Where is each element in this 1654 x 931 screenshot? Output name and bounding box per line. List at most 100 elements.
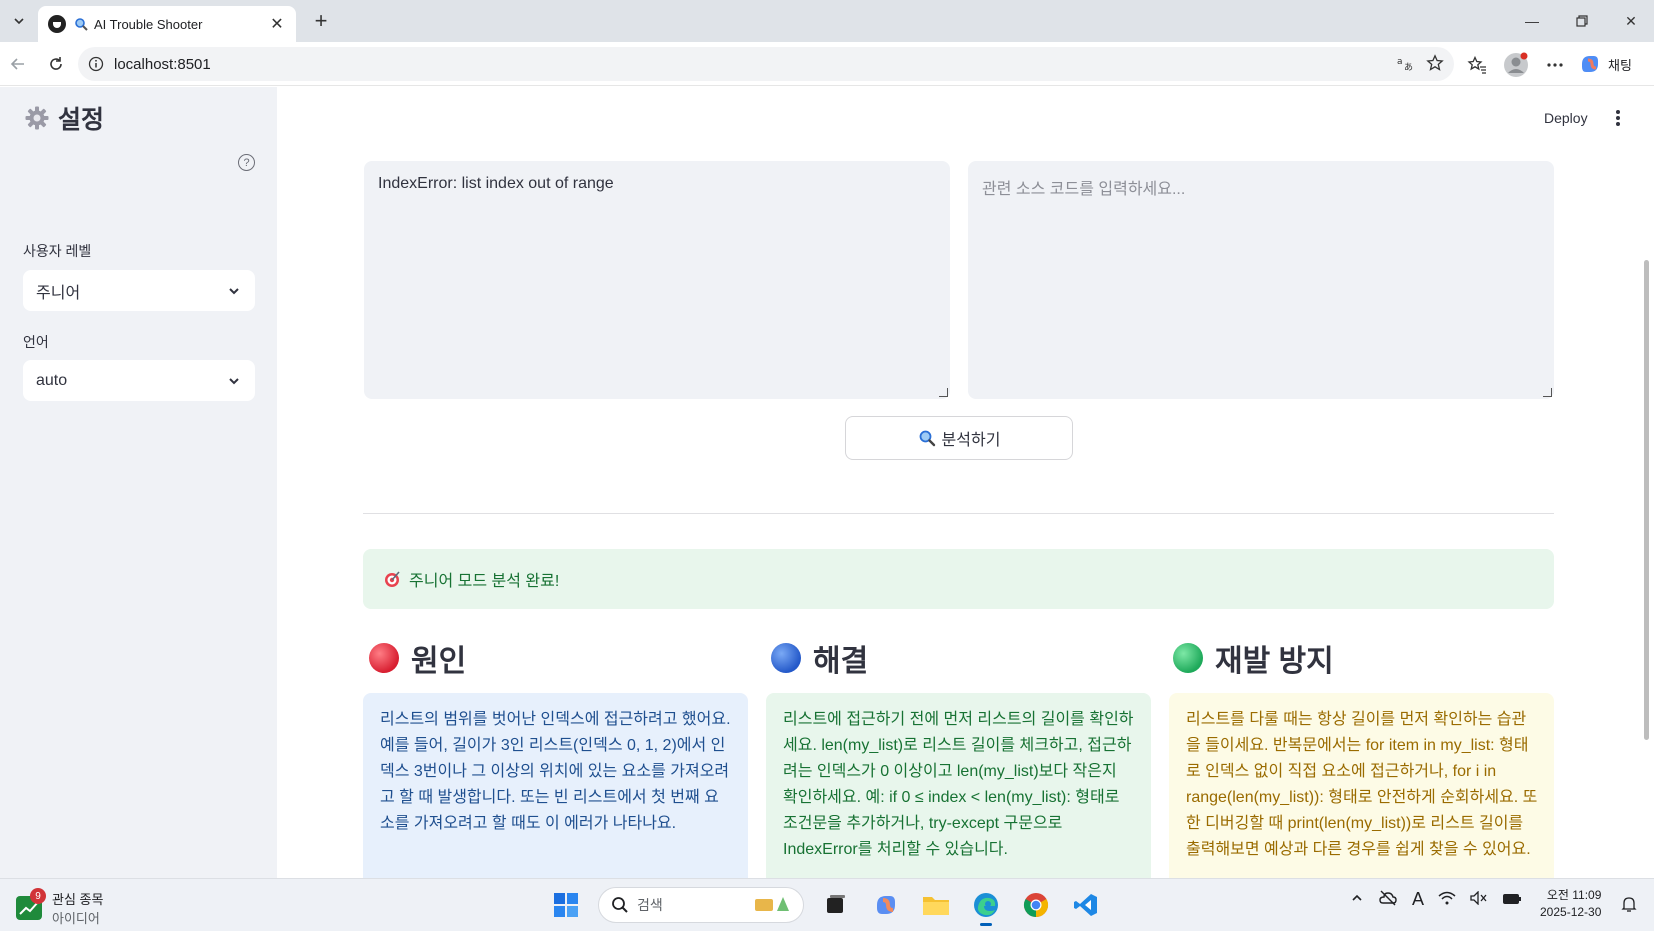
success-alert: 주니어 모드 분석 완료! — [363, 549, 1554, 609]
new-tab-plus-icon[interactable]: + — [308, 8, 334, 34]
profile-avatar-icon[interactable] — [1503, 52, 1529, 78]
back-arrow-icon[interactable] — [6, 52, 30, 76]
sidebar-title: 설정 — [24, 100, 104, 136]
sidebar — [0, 87, 277, 878]
volume-muted-icon[interactable] — [1470, 890, 1488, 908]
user-level-value: 주니어 — [36, 284, 81, 302]
site-info-icon[interactable] — [88, 56, 104, 72]
search-icon — [612, 897, 628, 913]
onedrive-off-icon[interactable] — [1378, 890, 1398, 909]
scrollbar-thumb[interactable] — [1644, 260, 1649, 740]
source-code-textarea[interactable]: 관련 소스 코드를 입력하세요... — [968, 161, 1554, 399]
vscode-icon[interactable] — [1068, 887, 1104, 923]
url-text: localhost:8501 — [114, 55, 211, 73]
solution-heading: 해결 — [771, 636, 868, 680]
chrome-browser-icon[interactable] — [1018, 887, 1054, 923]
magnifier-emoji-icon — [75, 18, 88, 31]
reload-icon[interactable] — [44, 52, 68, 76]
green-circle-icon — [1173, 643, 1203, 673]
windows-taskbar: 9 관심 종목 아이디어 검색 A 오전 11:09 2025-12-30 — [0, 878, 1654, 931]
wifi-icon[interactable] — [1438, 891, 1456, 908]
deploy-button[interactable]: Deploy — [1544, 110, 1588, 126]
stock-title: 관심 종목 — [52, 892, 104, 907]
favorites-list-icon[interactable] — [1464, 52, 1490, 78]
edge-browser-icon[interactable] — [968, 887, 1004, 926]
analyze-button-label: 분석하기 — [941, 432, 1001, 449]
browser-tab-bar: AI Trouble Shooter ✕ + — ✕ — [0, 0, 1654, 42]
help-question-icon[interactable]: ? — [238, 154, 255, 171]
browser-address-bar: localhost:8501 aあ 채팅 — [0, 42, 1654, 86]
blue-circle-icon — [771, 643, 801, 673]
taskbar-apps: 검색 — [548, 887, 1104, 926]
minimize-icon[interactable]: — — [1518, 10, 1546, 32]
window-close-icon[interactable]: ✕ — [1617, 10, 1645, 32]
more-menu-icon[interactable] — [1542, 52, 1568, 78]
language-label: 언어 — [23, 334, 49, 350]
tab-close-icon[interactable]: ✕ — [268, 14, 286, 34]
prevention-heading: 재발 방지 — [1173, 636, 1334, 680]
task-view-icon[interactable] — [818, 887, 854, 923]
stock-chart-icon: 9 — [16, 888, 46, 920]
svg-text:あ: あ — [1404, 62, 1413, 72]
sidebar-title-text: 설정 — [58, 106, 105, 134]
taskbar-clock[interactable]: 오전 11:09 2025-12-30 — [1540, 887, 1601, 921]
solution-text: 리스트에 접근하기 전에 먼저 리스트의 길이를 확인하세요. len(my_l… — [783, 711, 1134, 858]
taskbar-search-box[interactable]: 검색 — [598, 887, 804, 923]
solution-heading-text: 해결 — [813, 645, 869, 678]
tab-title: AI Trouble Shooter — [94, 16, 203, 32]
section-divider — [363, 513, 1554, 514]
red-circle-icon — [369, 643, 399, 673]
app-menu-kebab-icon[interactable] — [1610, 108, 1626, 128]
prevention-heading-text: 재발 방지 — [1215, 645, 1334, 678]
url-field[interactable]: localhost:8501 aあ — [78, 47, 1454, 81]
resize-handle-icon[interactable] — [939, 388, 948, 397]
svg-text:a: a — [1397, 57, 1403, 67]
direct-hit-target-icon — [385, 571, 400, 587]
chat-label: 채팅 — [1608, 57, 1632, 73]
browser-tab-active[interactable]: AI Trouble Shooter ✕ — [38, 6, 296, 42]
prevention-text: 리스트를 다룰 때는 항상 길이를 먼저 확인하는 습관을 들이세요. 반복문에… — [1186, 711, 1538, 858]
chevron-down-icon — [229, 287, 239, 294]
cause-card: 리스트의 범위를 벗어난 인덱스에 접근하려고 했어요. 예를 들어, 길이가 … — [363, 693, 748, 878]
cause-heading-text: 원인 — [411, 645, 467, 678]
tray-overflow-chevron-icon[interactable] — [1350, 891, 1364, 908]
file-explorer-icon[interactable] — [918, 887, 954, 923]
system-tray: A — [1350, 889, 1522, 910]
taskbar-search-placeholder: 검색 — [637, 897, 663, 913]
user-level-label: 사용자 레벨 — [23, 243, 92, 259]
source-code-placeholder: 관련 소스 코드를 입력하세요... — [982, 181, 1186, 198]
ime-indicator-icon[interactable]: A — [1412, 889, 1424, 910]
search-highlight-icon — [753, 893, 793, 918]
error-message-value: IndexError: list index out of range — [378, 175, 614, 192]
favorite-star-icon[interactable] — [1426, 54, 1444, 72]
clock-time: 오전 11:09 — [1546, 888, 1602, 902]
notification-bell-icon[interactable] — [1620, 895, 1638, 918]
clock-date: 2025-12-30 — [1540, 905, 1602, 919]
magnifier-emoji-icon — [919, 430, 935, 447]
tab-list-chevron-icon[interactable] — [6, 8, 32, 34]
cause-text: 리스트의 범위를 벗어난 인덱스에 접근하려고 했어요. 예를 들어, 길이가 … — [380, 711, 731, 832]
restore-icon[interactable] — [1568, 10, 1596, 32]
cause-heading: 원인 — [369, 636, 466, 680]
language-value: auto — [36, 371, 68, 389]
chevron-down-icon — [229, 377, 239, 384]
streamlit-favicon-icon — [48, 15, 66, 33]
resize-handle-icon[interactable] — [1543, 388, 1552, 397]
translate-icon[interactable]: aあ — [1396, 54, 1414, 72]
solution-card: 리스트에 접근하기 전에 먼저 리스트의 길이를 확인하세요. len(my_l… — [766, 693, 1151, 878]
stock-subtitle: 아이디어 — [52, 911, 100, 926]
language-select[interactable]: auto — [23, 360, 255, 401]
analyze-button[interactable]: 분석하기 — [845, 416, 1073, 460]
windows-start-icon[interactable] — [548, 887, 584, 923]
copilot-app-icon[interactable] — [868, 887, 904, 923]
user-level-select[interactable]: 주니어 — [23, 270, 255, 311]
gear-icon — [25, 106, 49, 130]
battery-icon[interactable] — [1502, 892, 1522, 908]
success-message: 주니어 모드 분석 완료! — [409, 573, 560, 590]
copilot-chat-button[interactable]: 채팅 — [1578, 50, 1632, 78]
notification-badge: 9 — [30, 888, 46, 904]
copilot-icon — [1582, 56, 1598, 72]
stock-widget[interactable]: 9 관심 종목 아이디어 — [16, 888, 104, 927]
prevention-card: 리스트를 다룰 때는 항상 길이를 먼저 확인하는 습관을 들이세요. 반복문에… — [1169, 693, 1554, 878]
error-message-textarea[interactable]: IndexError: list index out of range — [364, 161, 950, 399]
